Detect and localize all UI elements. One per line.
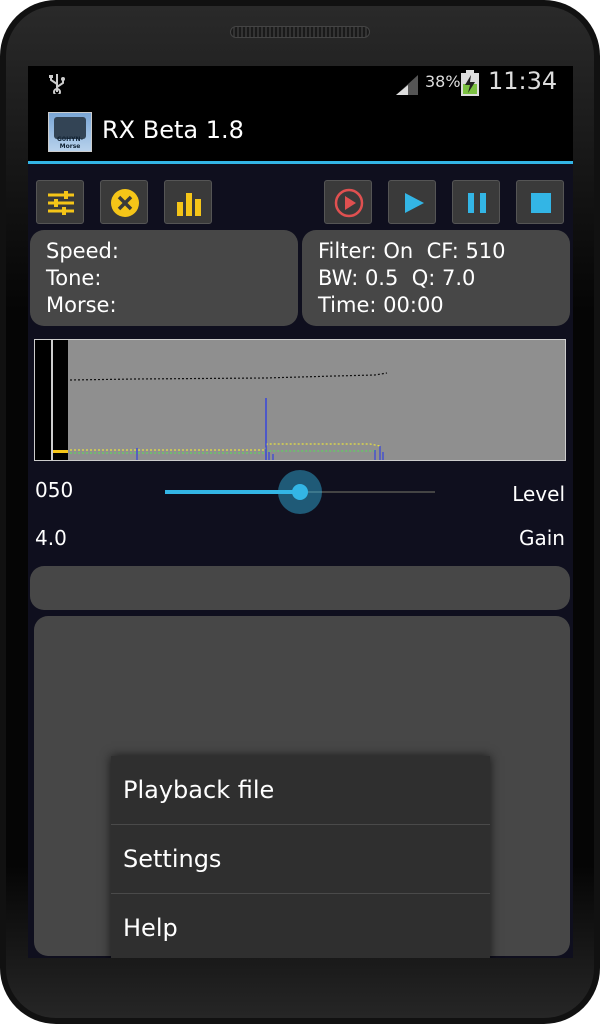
menu-item-help[interactable]: Help (111, 894, 490, 958)
settings-sliders-button[interactable] (36, 180, 84, 224)
settings-sliders-icon (48, 191, 74, 215)
record-button[interactable] (324, 180, 372, 224)
clear-button[interactable] (100, 180, 148, 224)
pause-button[interactable] (452, 180, 500, 224)
level-value: 050 (35, 478, 74, 502)
play-icon (405, 193, 424, 213)
bandwidth-q: BW: 0.5 Q: 7.0 (318, 266, 476, 290)
tone-label: Tone: (46, 266, 102, 290)
level-meter-left (35, 340, 51, 460)
gain-label: Gain (519, 526, 565, 550)
decoded-text-bar (30, 566, 570, 610)
clock: 11:34 (488, 67, 558, 95)
morse-label: Morse: (46, 293, 117, 317)
level-slider-thumb[interactable] (292, 484, 308, 500)
elapsed-time: Time: 00:00 (318, 293, 444, 317)
screen: 38% 11:34 G0HYN-Morse RX Beta 1.8 Speed:… (28, 66, 573, 958)
signal-trace-yellow (70, 443, 381, 451)
level-meter-right (53, 340, 68, 460)
gain-value: 4.0 (35, 526, 67, 550)
app-logo[interactable]: G0HYN-Morse (48, 112, 92, 152)
menu-item-playback-file[interactable]: Playback file (111, 756, 490, 824)
usb-icon (49, 74, 65, 94)
level-meter-marker (53, 450, 68, 453)
filter-status: Filter: On CF: 510 (318, 239, 506, 263)
battery-charging-icon (461, 70, 479, 96)
decoder-info-panel: Speed: Tone: Morse: (30, 230, 298, 326)
signal-trace-green (70, 450, 375, 454)
spectrum-graph (35, 340, 388, 460)
level-label: Level (512, 482, 565, 506)
menu-item-settings[interactable]: Settings (111, 825, 490, 893)
stop-icon (531, 193, 551, 213)
spectrum-display[interactable] (34, 339, 566, 461)
logo-text: G0HYN-Morse (57, 136, 83, 150)
clear-icon (111, 189, 139, 217)
chart-bars-icon (177, 193, 201, 216)
filter-info-panel: Filter: On CF: 510 BW: 0.5 Q: 7.0 Time: … (302, 230, 570, 326)
signal-icon (396, 75, 418, 95)
level-meter-divider (51, 340, 53, 460)
chart-button[interactable] (164, 180, 212, 224)
noise-trace (69, 372, 388, 381)
play-button[interactable] (388, 180, 436, 224)
overflow-menu: Playback file Settings Help (111, 756, 490, 958)
record-icon (334, 188, 364, 218)
phone-frame: 38% 11:34 G0HYN-Morse RX Beta 1.8 Speed:… (0, 0, 600, 1024)
action-bar: G0HYN-Morse RX Beta 1.8 (28, 100, 573, 164)
pause-icon (468, 193, 486, 213)
speed-label: Speed: (46, 239, 119, 263)
battery-percent: 38% (425, 72, 461, 91)
stop-button[interactable] (516, 180, 564, 224)
app-title: RX Beta 1.8 (102, 116, 244, 144)
status-bar: 38% 11:34 (28, 66, 573, 100)
speaker-grille (230, 26, 370, 38)
